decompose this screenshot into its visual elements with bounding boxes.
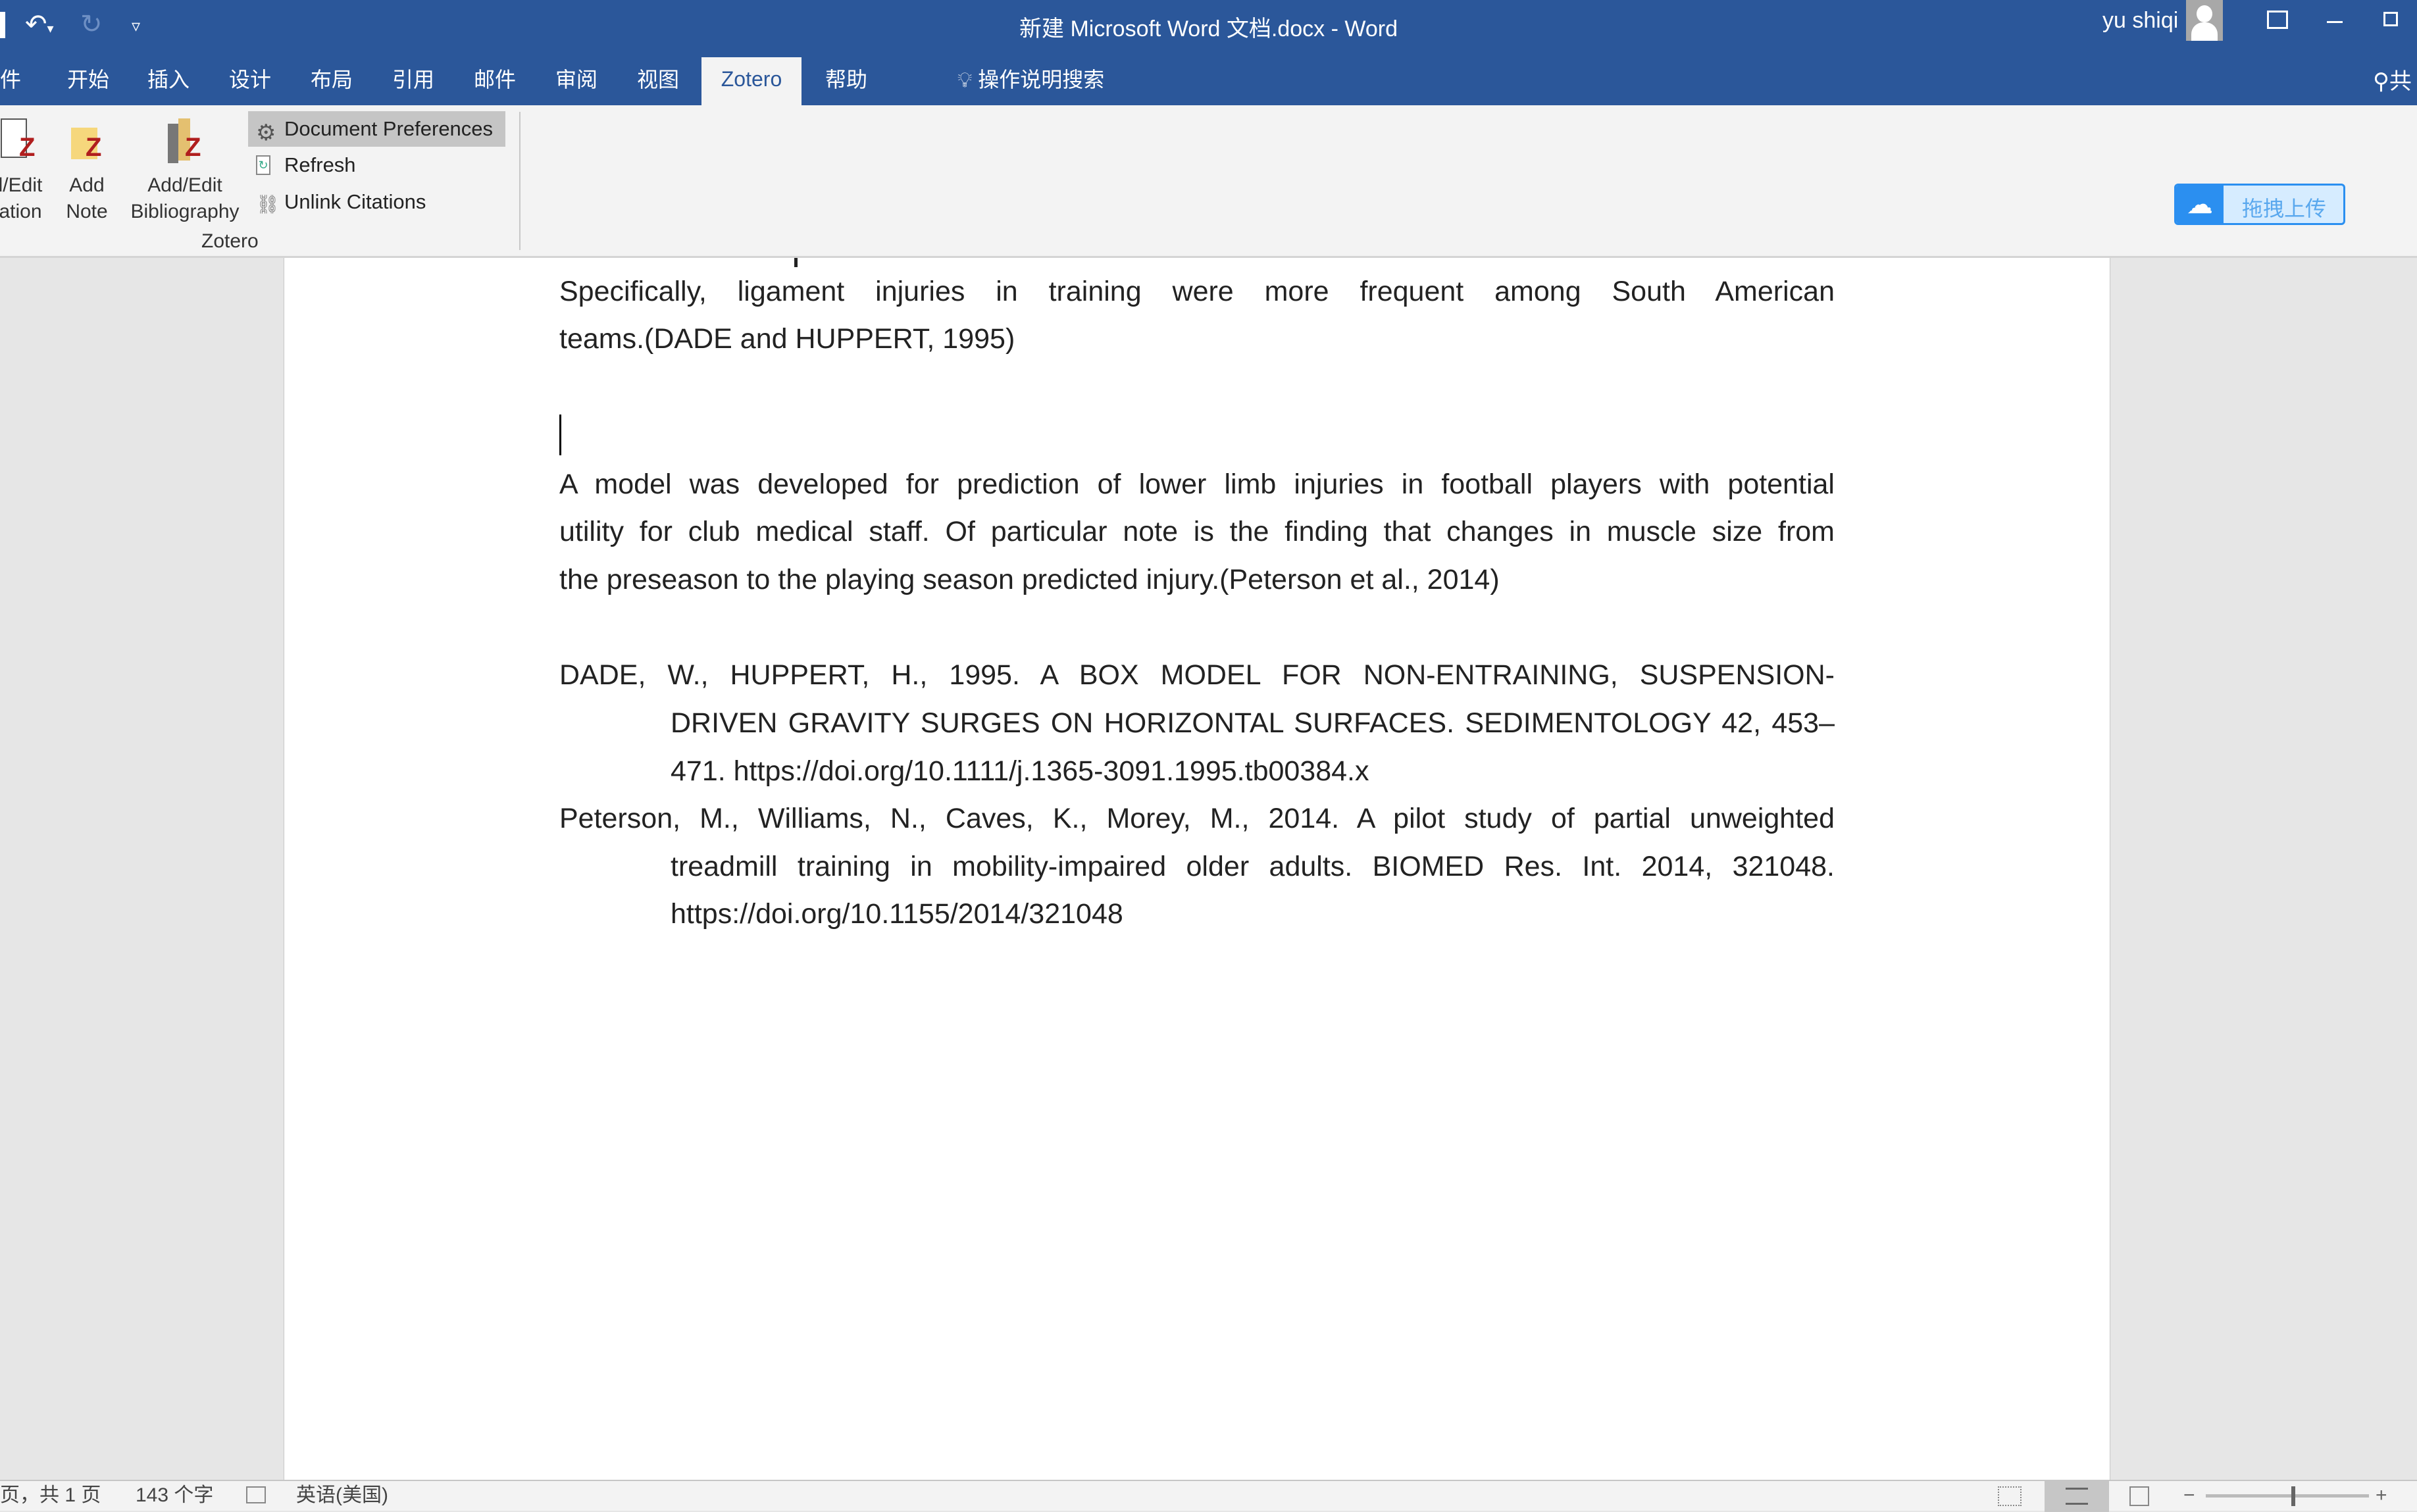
zoom-in-button[interactable]: + — [2376, 1481, 2387, 1510]
bibliography-entry-line: 471. https://doi.org/10.1111/j.1365-3091… — [671, 755, 1369, 787]
upload-label: 拖拽上传 — [2242, 197, 2327, 220]
group-label: Zotero — [201, 230, 259, 252]
label-line: Add — [69, 174, 105, 196]
share-label: 共 — [2389, 69, 2412, 94]
note-icon: Z — [67, 118, 107, 167]
tab-mailings[interactable]: 邮件 — [457, 63, 533, 105]
bibliography-entry-line: Peterson, M., Williams, N., Caves, K., M… — [559, 803, 1835, 834]
upload-widget[interactable]: ☁ 拖拽上传 — [2174, 184, 2345, 225]
refresh-label: Refresh — [284, 153, 356, 176]
restore-icon[interactable] — [2383, 12, 2398, 26]
tell-me-label: 操作说明搜索 — [978, 68, 1105, 91]
unlink-citations-label: Unlink Citations — [284, 190, 426, 213]
gear-icon: ⚙ — [256, 120, 276, 145]
page-count[interactable]: 页，共 1 页 — [0, 1481, 101, 1510]
add-edit-bibliography-button[interactable]: Z Add/Edit Bibliography — [122, 118, 247, 225]
citation-icon: Z — [1, 118, 40, 167]
bibliography-entry-line: DADE, W., HUPPERT, H., 1995. A BOX MODEL… — [559, 659, 1835, 691]
proofing-icon[interactable] — [246, 1486, 266, 1503]
paragraph-line: A model was developed for prediction of … — [559, 468, 1835, 500]
title-bar: ↶▾ ↻ ▿ 新建 Microsoft Word 文档.docx - Word … — [0, 0, 2417, 105]
label-line: l/Edit — [0, 174, 43, 196]
user-name[interactable]: yu shiqi — [2102, 8, 2178, 34]
tab-references[interactable]: 引用 — [375, 63, 451, 105]
zoom-slider[interactable] — [2206, 1494, 2369, 1498]
print-layout-button[interactable] — [2045, 1481, 2109, 1512]
cloud-icon: ☁ — [2176, 186, 2224, 223]
ribbon: Z l/Edit ation Z Add Note Z Add/Edit Bib… — [0, 105, 2417, 258]
print-layout-icon — [2066, 1488, 2088, 1505]
tell-me-search[interactable]: 💡︎ 操作说明搜索 — [957, 63, 1104, 93]
tab-help[interactable]: 帮助 — [808, 63, 884, 105]
bibliography-entry-line: https://doi.org/10.1155/2014/321048 — [671, 898, 1123, 930]
web-layout-icon[interactable] — [2129, 1486, 2149, 1506]
text-cursor — [559, 415, 561, 455]
lightbulb-icon: 💡︎ — [957, 68, 979, 91]
paragraph-line: the preseason to the playing season pred… — [559, 564, 1500, 595]
label-line: Bibliography — [130, 201, 240, 222]
window-title: 新建 Microsoft Word 文档.docx - Word — [1019, 16, 1398, 41]
label-line: Add/Edit — [147, 174, 222, 196]
tab-design[interactable]: 设计 — [212, 63, 288, 105]
refresh-button[interactable]: ↻ Refresh — [248, 147, 505, 183]
label-line: Note — [66, 201, 108, 222]
share-button[interactable]: ⚲共 — [2373, 63, 2412, 95]
document-preferences-button[interactable]: ⚙ Document Preferences — [248, 111, 505, 147]
label-line: ation — [0, 201, 42, 222]
tab-insert[interactable]: 插入 — [130, 63, 207, 105]
ribbon-display-options-icon[interactable] — [2267, 11, 2288, 29]
add-edit-citation-button[interactable]: Z l/Edit ation — [0, 118, 50, 225]
tab-view[interactable]: 视图 — [620, 63, 696, 105]
group-separator — [519, 112, 521, 250]
refresh-icon: ↻ — [256, 155, 270, 175]
zoom-out-button[interactable]: − — [2183, 1481, 2195, 1510]
unlink-citations-button[interactable]: ⛓ Unlink Citations — [248, 184, 505, 220]
language[interactable]: 英语(美国) — [296, 1481, 388, 1510]
document-preferences-label: Document Preferences — [284, 117, 494, 140]
paragraph-line: Specifically, ligament injuries in train… — [559, 276, 1835, 307]
add-note-button[interactable]: Z Add Note — [61, 118, 113, 225]
bibliography-entry-line: treadmill training in mobility-impaired … — [671, 851, 1835, 882]
tab-layout[interactable]: 布局 — [293, 63, 370, 105]
word-count[interactable]: 143 个字 — [136, 1481, 213, 1510]
tab-zotero[interactable]: Zotero — [701, 57, 801, 105]
tab-home[interactable]: 开始 — [50, 63, 126, 105]
read-mode-icon[interactable] — [1998, 1486, 2022, 1506]
tab-review[interactable]: 审阅 — [538, 63, 615, 105]
unlink-icon: ⛓ — [256, 194, 280, 214]
minimize-icon[interactable] — [2327, 21, 2343, 23]
avatar[interactable] — [2186, 0, 2223, 41]
paragraph-line: utility for club medical staff. Of parti… — [559, 516, 1835, 547]
cut-glyph — [794, 258, 798, 267]
zoom-slider-thumb[interactable] — [2291, 1486, 2295, 1506]
bibliography-entry-line: DRIVEN GRAVITY SURGES ON HORIZONTAL SURF… — [671, 707, 1835, 739]
status-bar: 页，共 1 页 143 个字 英语(美国) − + — [0, 1480, 2417, 1512]
tab-file[interactable]: 件 — [0, 63, 38, 105]
paragraph-line: teams.(DADE and HUPPERT, 1995) — [559, 323, 1015, 355]
bibliography-icon: Z — [165, 118, 205, 167]
